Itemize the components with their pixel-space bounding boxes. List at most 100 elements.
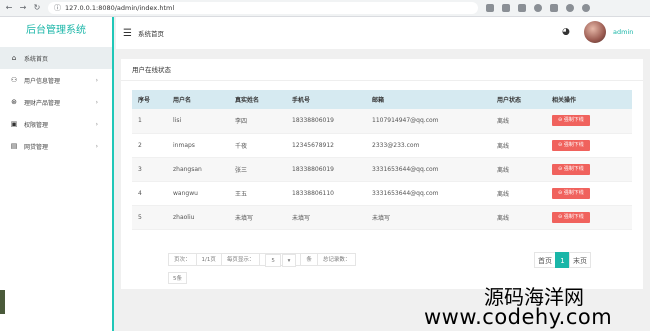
- cell-email: 1107914947@qq.com: [366, 109, 491, 134]
- card-title: 用户在线状态: [121, 59, 643, 81]
- user-name-link[interactable]: admin: [613, 28, 633, 36]
- loan-icon: ▤: [10, 142, 18, 150]
- column-header: 用户状态: [497, 97, 522, 104]
- column-header: 手机号: [292, 97, 311, 104]
- force-logout-label: 强制下线: [563, 165, 584, 172]
- cell-action: ⊖ 强制下线: [546, 133, 632, 158]
- table-row: 4 wangwu 王五 18338806110 3331653644@qq.co…: [132, 181, 632, 206]
- translate-icon[interactable]: [486, 4, 494, 12]
- menu-icon[interactable]: [582, 4, 590, 12]
- table-row: 2 inmaps 千夜 12345678912 2333@233.com 离线 …: [132, 133, 632, 158]
- cell-action: ⊖ 强制下线: [546, 181, 632, 206]
- cell-username: zhangsan: [167, 157, 229, 182]
- cell-realname: 未填写: [229, 205, 286, 230]
- cell-phone: 18338806110: [286, 181, 366, 206]
- force-logout-button[interactable]: ⊖ 强制下线: [552, 139, 590, 151]
- table-row: 1 lisi 李四 18338806019 1107914947@qq.com …: [132, 109, 632, 134]
- cell-id: 4: [132, 181, 167, 206]
- table-header-row: 序号 用户名 真实姓名 手机号 邮箱 用户状态 相关操作: [132, 90, 632, 109]
- column-header: 序号: [138, 97, 151, 104]
- profile-icon[interactable]: [566, 4, 574, 12]
- palette-icon[interactable]: ◕: [562, 27, 570, 37]
- cell-username: inmaps: [167, 133, 229, 158]
- force-logout-button[interactable]: ⊖ 强制下线: [552, 163, 590, 175]
- column-header: 相关操作: [552, 97, 577, 104]
- force-logout-label: 强制下线: [563, 117, 584, 124]
- side-handle[interactable]: [0, 290, 5, 314]
- column-header: 用户名: [173, 97, 192, 104]
- page-navigation: 首页 1 末页: [534, 252, 591, 268]
- cell-phone: 12345678912: [286, 133, 366, 158]
- extension-icon[interactable]: [518, 4, 526, 12]
- sidebar-item-loans[interactable]: ▤ 网贷管理 ›: [0, 135, 112, 157]
- cell-username: zhaoliu: [167, 205, 229, 230]
- cell-status: 离线: [491, 205, 546, 230]
- cell-id: 2: [132, 133, 167, 158]
- sidebar: 后台管理系统 ⌂ 系统首页 ⚇ 用户信息管理 › ⊛ 理财产品管理 › ▣ 权限…: [0, 17, 114, 331]
- cell-username: wangwu: [167, 181, 229, 206]
- info-icon: ⓘ: [54, 4, 61, 12]
- cell-username: lisi: [167, 109, 229, 134]
- column-header: 真实姓名: [235, 97, 260, 104]
- per-page-value: 5: [265, 254, 281, 267]
- unit-label: 条: [300, 253, 318, 266]
- cell-email: 2333@233.com: [366, 133, 491, 158]
- chevron-right-icon: ›: [95, 142, 98, 150]
- last-page-button[interactable]: 末页: [569, 252, 591, 268]
- cell-phone: 未填写: [286, 205, 366, 230]
- sidebar-item-label: 用户信息管理: [24, 77, 61, 85]
- url-text: 127.0.0.1:8080/admin/index.html: [65, 4, 175, 12]
- cell-status: 离线: [491, 133, 546, 158]
- home-icon: ⌂: [11, 54, 17, 62]
- cell-email: 3331653644@qq.com: [366, 181, 491, 206]
- reload-icon[interactable]: ↻: [32, 3, 42, 13]
- avatar[interactable]: [584, 21, 606, 43]
- table-row: 3 zhangsan 张三 18338806019 3331653644@qq.…: [132, 157, 632, 182]
- current-page-button[interactable]: 1: [555, 252, 570, 268]
- sidebar-item-label: 系统首页: [24, 55, 49, 63]
- cell-id: 1: [132, 109, 167, 134]
- users-table: 序号 用户名 真实姓名 手机号 邮箱 用户状态 相关操作 1 lisi 李四 1…: [132, 90, 632, 230]
- sidebar-item-permissions[interactable]: ▣ 权限管理 ›: [0, 113, 112, 135]
- per-page-select[interactable]: 5 ▾: [259, 253, 302, 267]
- extension-icon[interactable]: [534, 4, 542, 12]
- cell-status: 离线: [491, 157, 546, 182]
- money-icon: ⊛: [11, 98, 17, 106]
- sidebar-item-home[interactable]: ⌂ 系统首页: [0, 47, 112, 69]
- back-icon[interactable]: ←: [4, 3, 14, 13]
- cell-email: 3331653644@qq.com: [366, 157, 491, 182]
- sidebar-item-users[interactable]: ⚇ 用户信息管理 ›: [0, 69, 112, 91]
- chevron-right-icon: ›: [95, 76, 98, 84]
- force-logout-button[interactable]: ⊖ 强制下线: [552, 211, 590, 223]
- browser-toolbar: ← → ↻ ⓘ 127.0.0.1:8080/admin/index.html: [0, 0, 650, 17]
- cell-action: ⊖ 强制下线: [546, 157, 632, 182]
- cell-id: 3: [132, 157, 167, 182]
- star-icon[interactable]: [502, 4, 510, 12]
- first-page-button[interactable]: 首页: [534, 252, 556, 268]
- extension-icon[interactable]: [550, 4, 558, 12]
- cell-realname: 李四: [229, 109, 286, 134]
- brand-title: 后台管理系统: [26, 25, 86, 36]
- chevron-right-icon: ›: [95, 120, 98, 128]
- cell-status: 离线: [491, 109, 546, 134]
- force-logout-button[interactable]: ⊖ 强制下线: [552, 115, 590, 127]
- total-label: 总记录数：: [316, 253, 357, 266]
- sidebar-item-label: 理财产品管理: [24, 99, 61, 107]
- sidebar-item-products[interactable]: ⊛ 理财产品管理 ›: [0, 91, 112, 113]
- hamburger-icon[interactable]: ☰: [123, 28, 132, 39]
- cell-action: ⊖ 强制下线: [546, 109, 632, 134]
- total-value: 5条: [168, 272, 187, 284]
- address-bar[interactable]: ⓘ 127.0.0.1:8080/admin/index.html: [48, 2, 478, 14]
- sidebar-item-label: 权限管理: [24, 121, 49, 129]
- force-logout-label: 强制下线: [563, 141, 584, 148]
- cell-email: 未填写: [366, 205, 491, 230]
- force-logout-button[interactable]: ⊖ 强制下线: [552, 187, 590, 199]
- cell-status: 离线: [491, 181, 546, 206]
- forward-icon[interactable]: →: [18, 3, 28, 13]
- watermark-url: www.codehy.com: [424, 305, 613, 329]
- force-logout-label: 强制下线: [563, 213, 584, 220]
- chevron-right-icon: ›: [95, 98, 98, 106]
- cell-realname: 千夜: [229, 133, 286, 158]
- sidebar-item-label: 网贷管理: [24, 143, 49, 151]
- column-header: 邮箱: [372, 97, 385, 104]
